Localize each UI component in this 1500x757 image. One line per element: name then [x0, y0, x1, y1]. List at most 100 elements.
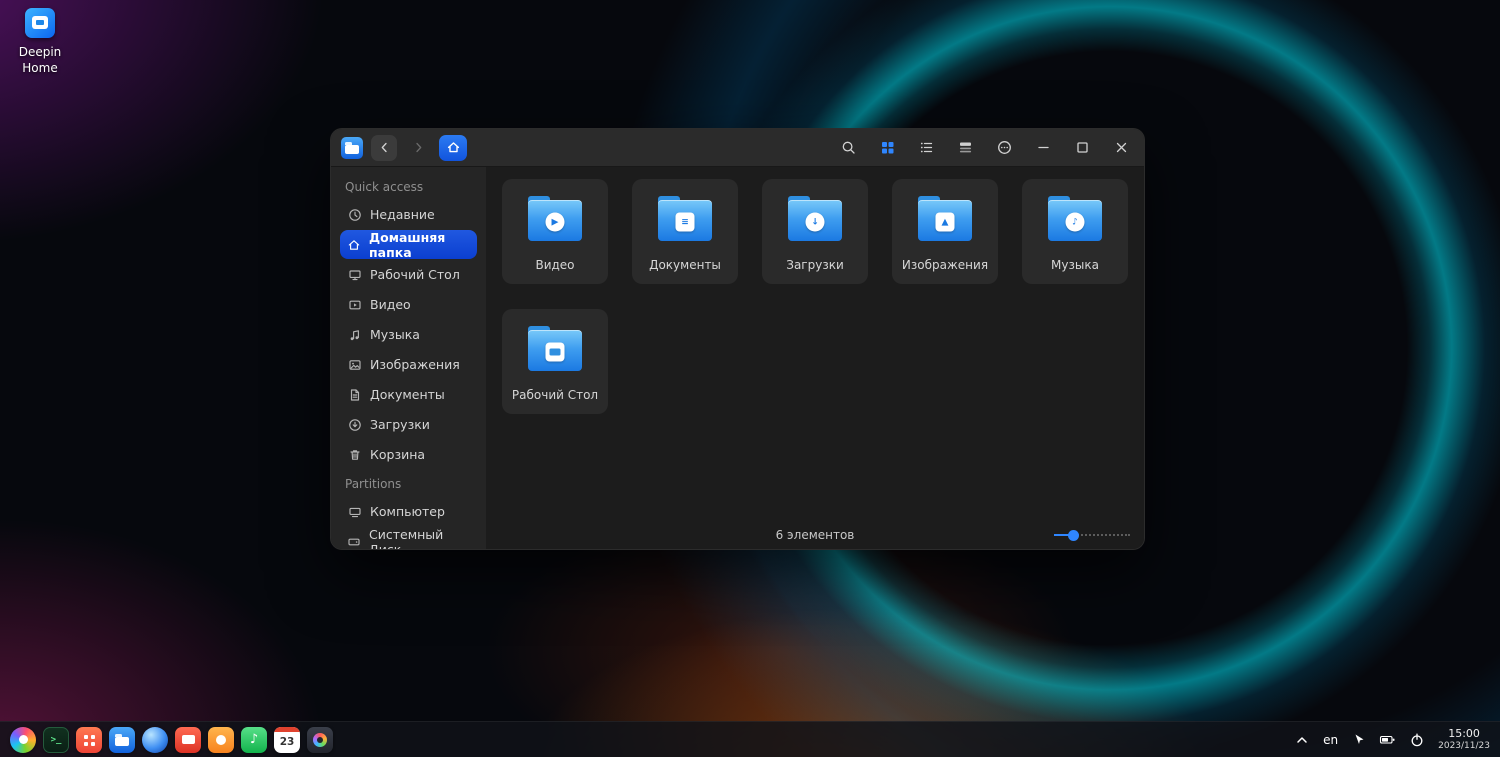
sidebar-item-documents[interactable]: Документы — [340, 380, 477, 409]
sidebar-item-home[interactable]: Домашняя папка — [340, 229, 477, 260]
folder-label: Загрузки — [786, 258, 844, 272]
folder-card-pictures[interactable]: ▲ Изображения — [892, 179, 998, 284]
more-options-button[interactable] — [991, 135, 1017, 161]
music-app-icon[interactable]: ♪ — [241, 726, 267, 753]
sidebar-section-header: Partitions — [345, 477, 402, 491]
sidebar-item-videos[interactable]: Видео — [340, 290, 477, 319]
minimize-icon — [1037, 146, 1049, 149]
calendar-icon[interactable]: 23 — [274, 726, 300, 753]
chevron-left-icon — [381, 142, 387, 153]
folder-icon: ▶ — [528, 196, 582, 241]
cursor-tool-icon[interactable] — [1351, 732, 1366, 747]
sidebar-item-pictures[interactable]: Изображения — [340, 350, 477, 379]
music-icon — [347, 327, 362, 342]
grid-view-button[interactable] — [874, 135, 900, 161]
sidebar-item-label: Системный Диск — [369, 526, 444, 550]
sidebar-item-system-disk[interactable]: Системный Диск — [340, 527, 477, 549]
folder-label: Рабочий Стол — [511, 388, 599, 402]
download-icon — [347, 417, 362, 432]
launcher-icon[interactable] — [10, 726, 36, 753]
search-button[interactable] — [835, 135, 861, 161]
power-icon[interactable] — [1409, 732, 1425, 748]
desktop-shortcut-deepin-home[interactable]: Deepin Home — [12, 8, 68, 76]
dock: >_ ♪ 23 — [10, 726, 333, 753]
video-icon — [347, 297, 362, 312]
document-emblem-icon: ≡ — [675, 212, 695, 232]
taskbar: >_ ♪ 23 en 15:00 2023/11/23 — [0, 721, 1500, 757]
folder-card-music[interactable]: ♪ Музыка — [1022, 179, 1128, 284]
statusbar: 6 элементов — [486, 520, 1144, 549]
folder-icon: ♪ — [1048, 196, 1102, 241]
language-indicator[interactable]: en — [1323, 733, 1338, 747]
home-button[interactable] — [439, 134, 467, 161]
minimize-button[interactable] — [1030, 135, 1056, 161]
close-icon — [1116, 142, 1126, 153]
calendar-day: 23 — [279, 735, 295, 748]
deepin-home-icon[interactable] — [25, 8, 55, 38]
sidebar-item-downloads[interactable]: Загрузки — [340, 410, 477, 439]
battery-icon[interactable] — [1379, 732, 1396, 747]
sidebar-item-label: Музыка — [370, 327, 420, 342]
folder-label: Изображения — [901, 258, 989, 272]
chevron-right-icon — [415, 142, 421, 153]
system-tray: en 15:00 2023/11/23 — [1294, 727, 1490, 752]
sidebar-item-label: Изображения — [370, 357, 460, 372]
sidebar-item-recent[interactable]: Недавние — [340, 200, 477, 229]
detail-view-button[interactable] — [952, 135, 978, 161]
folder-card-videos[interactable]: ▶ Видео — [502, 179, 608, 284]
sidebar: Quick access Недавние Домашняя папка Раб… — [331, 167, 486, 549]
download-emblem-icon: ↓ — [805, 212, 825, 232]
sidebar-item-desktop[interactable]: Рабочий Стол — [340, 260, 477, 289]
folder-icon: ≡ — [658, 196, 712, 241]
control-center-icon[interactable] — [307, 726, 333, 753]
folder-label: Музыка — [1051, 258, 1099, 272]
clock-time: 15:00 — [1448, 727, 1480, 740]
file-manager-window: Quick access Недавние Домашняя папка Раб… — [330, 128, 1145, 550]
browser-icon[interactable] — [142, 726, 168, 753]
document-icon — [347, 387, 362, 402]
folder-icon: ▲ — [918, 196, 972, 241]
maximize-button[interactable] — [1069, 135, 1095, 161]
image-emblem-icon: ▲ — [935, 212, 955, 232]
image-icon — [347, 357, 362, 372]
folder-card-documents[interactable]: ≡ Документы — [632, 179, 738, 284]
chevron-up-icon — [1297, 736, 1307, 743]
trash-icon — [347, 447, 362, 462]
folder-card-downloads[interactable]: ↓ Загрузки — [762, 179, 868, 284]
grid-view-icon — [881, 142, 893, 154]
icon-size-slider[interactable] — [1054, 529, 1130, 541]
list-view-button[interactable] — [913, 135, 939, 161]
file-manager-app-icon — [341, 136, 363, 159]
home-icon — [347, 237, 361, 252]
sidebar-item-computer[interactable]: Компьютер — [340, 497, 477, 526]
folder-grid: ▶ Видео ≡ Документы ↓ Загрузки ▲ Изображ… — [502, 179, 1128, 414]
close-button[interactable] — [1108, 135, 1134, 161]
back-button[interactable] — [371, 134, 397, 161]
music-glyph: ♪ — [249, 732, 259, 747]
tray-expand-button[interactable] — [1294, 732, 1310, 748]
folder-card-desktop[interactable]: Рабочий Стол — [502, 309, 608, 414]
home-icon — [447, 142, 459, 153]
more-options-icon — [997, 141, 1011, 154]
clock[interactable]: 15:00 2023/11/23 — [1438, 727, 1490, 752]
detail-view-icon — [959, 142, 971, 153]
sidebar-item-trash[interactable]: Корзина — [340, 440, 477, 469]
clock-date: 2023/11/23 — [1438, 740, 1490, 751]
sidebar-item-music[interactable]: Музыка — [340, 320, 477, 349]
slider-knob[interactable] — [1068, 529, 1079, 541]
sidebar-item-label: Недавние — [370, 207, 435, 222]
software-center-icon[interactable] — [175, 726, 201, 753]
titlebar[interactable] — [331, 129, 1144, 167]
folder-icon — [528, 326, 582, 371]
sidebar-item-label: Домашняя папка — [369, 229, 446, 260]
clock-icon — [347, 207, 362, 222]
forward-button[interactable] — [405, 135, 431, 161]
sidebar-item-label: Документы — [370, 387, 445, 402]
app-store-icon[interactable] — [76, 726, 102, 753]
file-manager-icon[interactable] — [109, 726, 135, 753]
terminal-icon[interactable]: >_ — [43, 726, 69, 753]
file-view[interactable]: ▶ Видео ≡ Документы ↓ Загрузки ▲ Изображ… — [486, 167, 1144, 549]
play-emblem-icon: ▶ — [545, 212, 565, 232]
sidebar-item-label: Видео — [370, 297, 411, 312]
gallery-icon[interactable] — [208, 726, 234, 753]
